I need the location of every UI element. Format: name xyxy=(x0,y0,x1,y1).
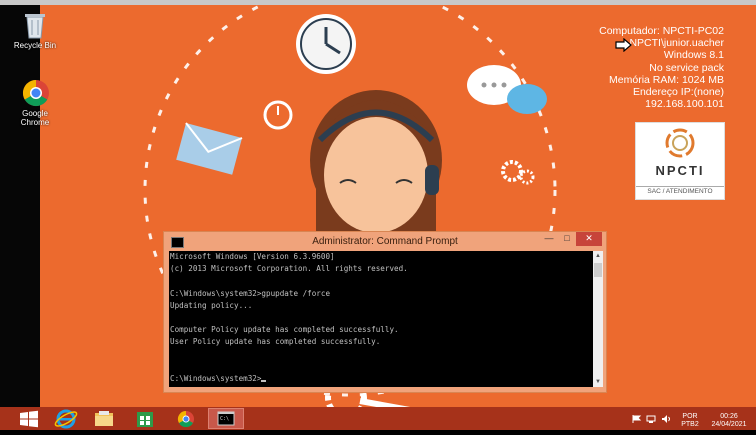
start-button[interactable] xyxy=(15,408,43,430)
console-line: Computer Policy update has completed suc… xyxy=(170,325,399,335)
sysinfo-memory: Memória RAM: 1024 MB xyxy=(609,73,724,86)
taskbar-clock[interactable]: 00:26 24/04/2021 xyxy=(706,413,752,429)
taskbar-windows-store[interactable] xyxy=(131,408,159,430)
desktop-icon-label: Recycle Bin xyxy=(13,41,57,50)
internet-explorer-icon xyxy=(54,409,78,429)
mouse-arrow-icon xyxy=(615,37,633,53)
console-output[interactable]: Microsoft Windows [Version 6.3.9600] (c)… xyxy=(169,251,593,387)
volume-icon[interactable] xyxy=(661,415,671,423)
console-line: C:\Windows\system32>gpupdate /force xyxy=(170,288,331,298)
svg-text:C:\: C:\ xyxy=(220,416,229,422)
taskbar-google-chrome[interactable] xyxy=(172,408,200,430)
sysinfo-service-pack: No service pack xyxy=(649,61,724,74)
desktop-icon-label-line2: Chrome xyxy=(20,118,50,127)
window-titlebar[interactable]: Administrator: Command Prompt — □ ✕ xyxy=(164,232,606,251)
console-prompt: C:\Windows\system32> xyxy=(170,374,262,384)
taskbar-command-prompt[interactable]: C:\ xyxy=(208,408,244,429)
desktop[interactable]: Recycle Bin Google Chrome Computador: NP… xyxy=(0,5,756,407)
language-code: POR xyxy=(682,413,698,420)
chrome-icon xyxy=(22,79,49,107)
store-icon xyxy=(137,412,153,427)
command-prompt-icon: C:\ xyxy=(217,411,235,426)
console-line: (c) 2013 Microsoft Corporation. All righ… xyxy=(170,264,408,274)
chrome-icon xyxy=(177,410,194,428)
npcti-logo: NPCTI SAC / ATENDIMENTO xyxy=(635,122,725,200)
maximize-button[interactable]: □ xyxy=(558,232,576,246)
minimize-button[interactable]: — xyxy=(540,232,558,246)
logo-subtitle: SAC / ATENDIMENTO xyxy=(636,186,724,195)
network-icon[interactable] xyxy=(646,415,656,423)
sysinfo-address: 192.168.100.101 xyxy=(645,98,724,111)
windows-logo-icon xyxy=(20,410,38,428)
taskbar-file-explorer[interactable] xyxy=(90,408,118,430)
recycle-bin-icon xyxy=(22,11,48,39)
console-prompt-line[interactable]: C:\Windows\system32> xyxy=(169,373,593,385)
text-cursor xyxy=(261,380,267,383)
input-language-indicator[interactable]: POR PTB2 xyxy=(678,413,702,429)
sysinfo-computer: Computador: NPCTI-PC02 xyxy=(599,25,724,37)
scrollbar-thumb[interactable] xyxy=(594,263,602,277)
folder-icon xyxy=(95,411,113,426)
clock-date: 24/04/2021 xyxy=(711,421,747,428)
scroll-down-arrow-icon[interactable]: ▼ xyxy=(593,377,603,387)
desktop-icon-google-chrome[interactable]: Google Chrome xyxy=(5,79,65,127)
taskbar: C:\ POR PTB2 00:26 24/04/2021 xyxy=(0,407,756,430)
taskbar-internet-explorer[interactable] xyxy=(52,408,80,430)
scroll-up-arrow-icon[interactable]: ▲ xyxy=(593,251,603,261)
clock-time: 00:26 xyxy=(720,413,738,420)
command-prompt-window[interactable]: Administrator: Command Prompt — □ ✕ Micr… xyxy=(163,231,607,393)
keyboard-layout: PTB2 xyxy=(681,421,699,428)
close-button[interactable]: ✕ xyxy=(576,232,602,246)
console-line: Updating policy... xyxy=(170,300,253,310)
npcti-emblem-icon xyxy=(665,128,695,158)
sysinfo-ip: Endereço IP:(none) xyxy=(632,86,724,99)
desktop-icon-recycle-bin[interactable]: Recycle Bin xyxy=(5,11,65,50)
console-line: User Policy update has completed success… xyxy=(170,337,381,347)
desktop-left-strip xyxy=(0,5,40,407)
logo-name: NPCTI xyxy=(655,163,705,178)
action-center-flag-icon[interactable] xyxy=(632,415,642,423)
console-line: Microsoft Windows [Version 6.3.9600] xyxy=(170,252,335,261)
desktop-icon-label-line1: Google xyxy=(22,109,48,118)
console-scrollbar[interactable]: ▲ ▼ xyxy=(593,251,603,387)
